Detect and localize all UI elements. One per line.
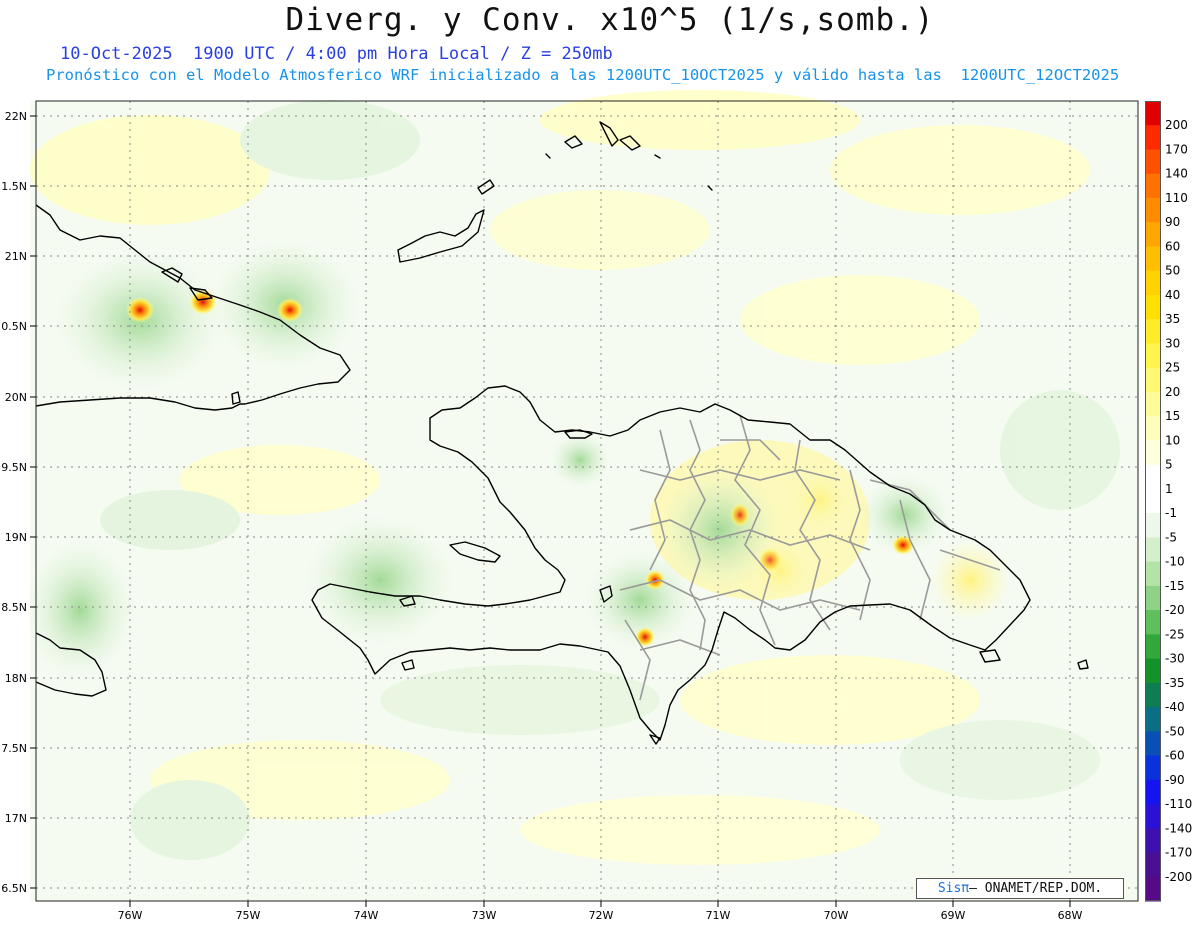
colorbar-label: -140 — [1165, 821, 1192, 835]
colorbar-label: 35 — [1165, 312, 1180, 326]
colorbar-swatch — [1145, 319, 1161, 344]
colorbar-swatch — [1145, 222, 1161, 247]
lat-label: 9.5N — [1, 461, 27, 474]
colorbar-swatch — [1145, 125, 1161, 150]
colorbar-swatch — [1145, 246, 1161, 272]
colorbar-swatch — [1145, 488, 1161, 514]
colorbar-swatch — [1145, 682, 1161, 708]
lon-label: 70W — [824, 909, 849, 922]
lat-label: 0.5N — [1, 320, 27, 333]
colorbar-swatch — [1145, 561, 1161, 587]
valid-time-line: 10-Oct-2025 1900 UTC / 4:00 pm Hora Loca… — [60, 44, 613, 64]
colorbar-label: -30 — [1165, 652, 1185, 666]
colorbar-label: 90 — [1165, 215, 1180, 229]
lat-label: 17N — [5, 812, 27, 825]
colorbar-label: -50 — [1165, 724, 1185, 738]
colorbar-swatch — [1145, 149, 1161, 175]
colorbar-swatch — [1145, 707, 1161, 732]
lon-label: 72W — [589, 909, 614, 922]
colorbar-swatch — [1145, 101, 1161, 126]
colorbar-swatches — [1145, 101, 1161, 902]
colorbar-labels: 200 170 140 110 90 60 50 40 35 30 25 20 15 10 5 1 -1 -5 -1… — [1165, 118, 1192, 884]
colorbar-label: 200 — [1165, 118, 1188, 132]
colorbar-label: -5 — [1165, 530, 1177, 544]
colorbar-swatch — [1145, 804, 1161, 829]
lat-label: 7.5N — [1, 742, 27, 755]
credit-text: – ONAMET/REP.DOM. — [969, 881, 1103, 896]
colorbar-swatch — [1145, 876, 1161, 902]
credit-box: Sisπ– ONAMET/REP.DOM. — [916, 878, 1124, 899]
lat-label: 19N — [5, 531, 27, 544]
colorbar-swatch — [1145, 658, 1161, 684]
colorbar-label: 170 — [1165, 142, 1188, 156]
colorbar-swatch — [1145, 270, 1161, 296]
lat-label: 8.5N — [1, 601, 27, 614]
colorbar-legend: 200 170 140 110 90 60 50 40 35 30 25 20 15 10 5 1 -1 -5 -1… — [1145, 101, 1192, 902]
lon-label: 76W — [118, 909, 143, 922]
longitude-labels: 76W 75W 74W 73W 72W 71W 70W 69W 68W — [118, 909, 1083, 922]
colorbar-label: -20 — [1165, 603, 1185, 617]
plot-area: 22N 1.5N 21N 0.5N 20N 9.5N 19N 8.5N 18N … — [1, 90, 1139, 922]
lon-label: 73W — [472, 909, 497, 922]
colorbar-swatch — [1145, 755, 1161, 781]
colorbar-label: 5 — [1165, 458, 1173, 472]
colorbar-label: -35 — [1165, 676, 1185, 690]
colorbar-label: 25 — [1165, 361, 1180, 375]
colorbar-label: -15 — [1165, 579, 1185, 593]
colorbar-swatch — [1145, 731, 1161, 757]
colorbar-swatch — [1145, 367, 1161, 393]
lat-label: 6.5N — [1, 882, 27, 895]
colorbar-swatch — [1145, 537, 1161, 563]
colorbar-label: -200 — [1165, 870, 1192, 884]
colorbar-label: 15 — [1165, 409, 1180, 423]
colorbar-label: 10 — [1165, 433, 1180, 447]
colorbar-label: -25 — [1165, 627, 1185, 641]
colorbar-label: 30 — [1165, 336, 1180, 350]
chart-title: Diverg. y Conv. x10^5 (1/s,somb.) — [285, 2, 935, 38]
colorbar-label: -170 — [1165, 846, 1192, 860]
colorbar-swatch — [1145, 513, 1161, 538]
colorbar-label: 140 — [1165, 167, 1188, 181]
colorbar-label: -110 — [1165, 797, 1192, 811]
colorbar-label: -90 — [1165, 773, 1185, 787]
colorbar-swatch — [1145, 173, 1161, 199]
lon-label: 74W — [354, 909, 379, 922]
colorbar-swatch — [1145, 610, 1161, 635]
colorbar-swatch — [1145, 197, 1161, 223]
colorbar-swatch — [1145, 294, 1161, 320]
colorbar-label: 1 — [1165, 482, 1173, 496]
colorbar-swatch — [1145, 440, 1161, 466]
lon-label: 75W — [236, 909, 261, 922]
sispi-logo: Sisπ — [937, 881, 970, 896]
colorbar-label: 40 — [1165, 288, 1180, 302]
lat-label: 18N — [5, 672, 27, 685]
colorbar-label: 60 — [1165, 239, 1180, 253]
colorbar-swatch — [1145, 416, 1161, 441]
colorbar-swatch — [1145, 779, 1161, 805]
colorbar-swatch — [1145, 828, 1161, 854]
colorbar-label: 50 — [1165, 264, 1180, 278]
lon-label: 68W — [1058, 909, 1083, 922]
colorbar-swatch — [1145, 585, 1161, 611]
lat-label: 21N — [5, 250, 27, 263]
model-run-line: Pronóstico con el Modelo Atmosferico WRF… — [46, 66, 1120, 84]
colorbar-label: 110 — [1165, 191, 1188, 205]
lon-label: 69W — [941, 909, 966, 922]
lat-label: 22N — [5, 110, 27, 123]
lat-label: 1.5N — [1, 180, 27, 193]
colorbar-label: -1 — [1165, 506, 1177, 520]
lat-label: 20N — [5, 391, 27, 404]
colorbar-swatch — [1145, 464, 1161, 490]
colorbar-label: 20 — [1165, 385, 1180, 399]
colorbar-label: -10 — [1165, 555, 1185, 569]
colorbar-swatch — [1145, 343, 1161, 369]
colorbar-label: -60 — [1165, 749, 1185, 763]
colorbar-swatch — [1145, 634, 1161, 660]
colorbar-label: -40 — [1165, 700, 1185, 714]
colorbar-swatch — [1145, 391, 1161, 417]
colorbar-swatch — [1145, 852, 1161, 878]
lon-label: 71W — [706, 909, 731, 922]
latitude-labels: 22N 1.5N 21N 0.5N 20N 9.5N 19N 8.5N 18N … — [1, 110, 27, 895]
forecast-map: 22N 1.5N 21N 0.5N 20N 9.5N 19N 8.5N 18N … — [1, 90, 1139, 922]
